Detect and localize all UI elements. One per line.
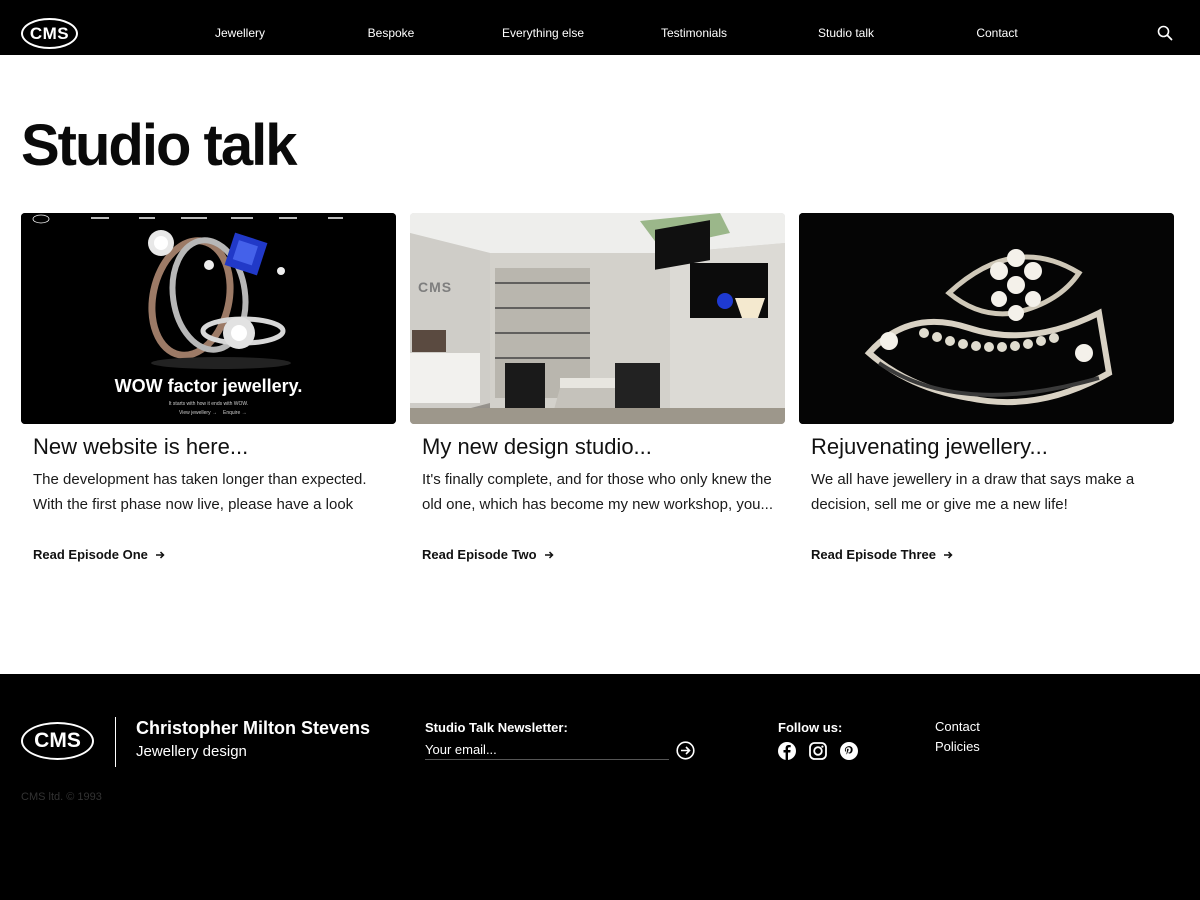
site-footer: CMS Christopher Milton Stevens Jewellery…	[0, 674, 1200, 900]
nav-everything-else[interactable]: Everything else	[502, 26, 584, 40]
article-card: WOW factor jewellery. It starts with how…	[21, 213, 396, 564]
nav-bespoke[interactable]: Bespoke	[368, 26, 415, 40]
footer-divider	[115, 717, 116, 767]
article-image-rings[interactable]	[799, 213, 1174, 424]
newsletter-label: Studio Talk Newsletter:	[425, 720, 568, 735]
copyright: CMS ltd. © 1993	[21, 791, 102, 803]
image-link: View jewellery →	[179, 410, 217, 416]
footer-link-contact[interactable]: Contact	[935, 719, 980, 734]
nav-jewellery[interactable]: Jewellery	[215, 26, 265, 40]
studio-wall-sign: CMS	[418, 279, 453, 295]
article-title[interactable]: Rejuvenating jewellery...	[811, 434, 1174, 460]
read-episode-three-link[interactable]: Read Episode Three	[811, 547, 953, 562]
arrow-circle-right-icon[interactable]	[676, 741, 695, 760]
page-title: Studio talk	[21, 113, 297, 178]
newsletter-email-input[interactable]	[425, 740, 669, 760]
footer-link-policies[interactable]: Policies	[935, 739, 980, 754]
arrow-right-icon	[943, 550, 953, 559]
article-title[interactable]: My new design studio...	[422, 434, 785, 460]
facebook-icon[interactable]	[778, 742, 796, 760]
read-episode-one-link[interactable]: Read Episode One	[33, 547, 165, 562]
article-card: Rejuvenating jewellery... We all have je…	[799, 213, 1174, 564]
image-caption: WOW factor jewellery.	[114, 376, 303, 396]
footer-logo[interactable]: CMS	[21, 722, 94, 760]
site-header: CMS Jewellery Bespoke Everything else Te…	[0, 0, 1200, 55]
follow-label: Follow us:	[778, 720, 843, 735]
nav-studio-talk[interactable]: Studio talk	[818, 26, 874, 40]
article-excerpt: We all have jewellery in a draw that say…	[811, 471, 1135, 513]
rings-photo-image	[799, 213, 1174, 424]
read-link-label: Read Episode One	[33, 547, 148, 562]
image-subcaption: It starts with how it ends with WOW.	[168, 401, 249, 407]
read-episode-two-link[interactable]: Read Episode Two	[422, 547, 554, 562]
nav-contact[interactable]: Contact	[976, 26, 1017, 40]
arrow-right-icon	[544, 550, 554, 559]
image-link: Enquire →	[223, 410, 247, 416]
instagram-icon[interactable]	[809, 742, 827, 760]
read-link-label: Read Episode Two	[422, 547, 537, 562]
brand-name: Christopher Milton Stevens	[136, 718, 371, 738]
article-excerpt: It's finally complete, and for those who…	[422, 471, 773, 513]
arrow-right-icon	[155, 550, 165, 559]
article-image-studio[interactable]: CMS	[410, 213, 785, 424]
studio-photo-image	[410, 213, 785, 424]
article-title[interactable]: New website is here...	[33, 434, 396, 460]
pinterest-icon[interactable]	[840, 742, 858, 760]
read-link-label: Read Episode Three	[811, 547, 936, 562]
article-excerpt: The development has taken longer than ex…	[33, 471, 367, 513]
main-nav: Jewellery Bespoke Everything else Testim…	[0, 0, 1200, 55]
nav-testimonials[interactable]: Testimonials	[661, 26, 727, 40]
article-image-website[interactable]: WOW factor jewellery. It starts with how…	[21, 213, 396, 424]
brand-subtitle: Jewellery design	[136, 743, 247, 760]
search-icon[interactable]	[1157, 25, 1173, 41]
article-card: CMS My new design studio... It's finally…	[410, 213, 785, 564]
